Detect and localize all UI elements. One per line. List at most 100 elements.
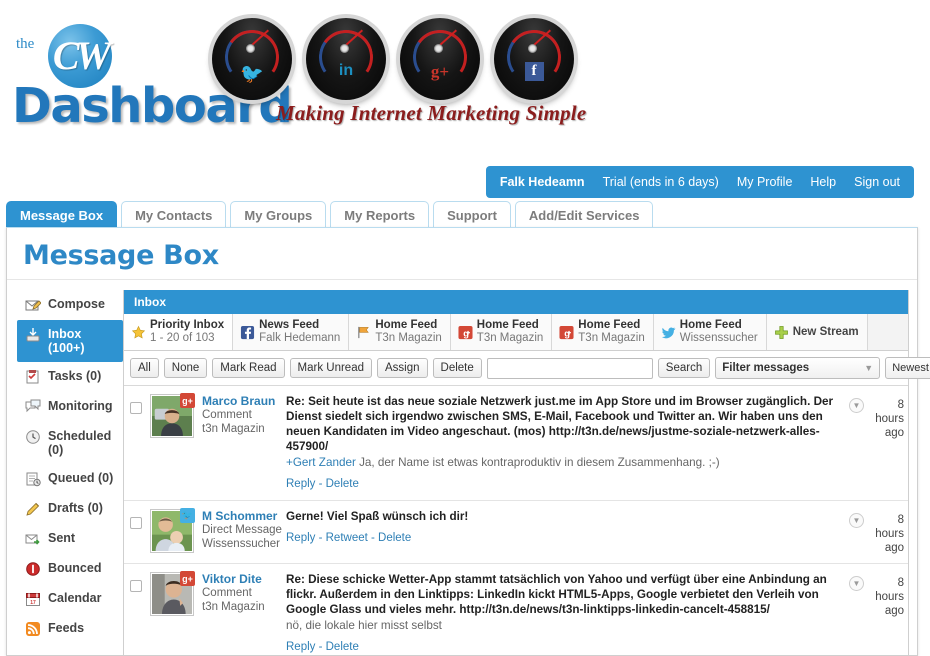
sidebar-item-scheduled[interactable]: Scheduled (0) (17, 422, 123, 464)
bounced-icon (26, 562, 40, 576)
message-actions[interactable]: Reply - Delete (286, 477, 842, 492)
sidebar-item-compose[interactable]: Compose (17, 290, 123, 320)
chevron-down-icon[interactable]: ▼ (849, 398, 864, 413)
sidebar-item-drafts[interactable]: Drafts (0) (17, 494, 123, 524)
masthead: the CW Dashboard 🐦 in g+ f Making Intern… (0, 0, 930, 150)
stream-tab-home-feed-googleplus-1[interactable]: g Home Feed T3n Magazin (450, 314, 553, 350)
message-account: t3n Magazin (202, 601, 265, 613)
clock-icon (26, 430, 40, 444)
sign-out-link[interactable]: Sign out (854, 175, 900, 189)
sidebar-item-bounced[interactable]: Bounced (17, 554, 123, 584)
message-actions[interactable]: Reply - Retweet - Delete (286, 531, 842, 546)
stream-tab-title: Priority Inbox (150, 319, 225, 331)
message-text: Gerne! Viel Spaß wünsch ich dir! (286, 510, 469, 523)
sender-name[interactable]: Viktor Dite (202, 572, 286, 586)
stream-tab-priority-inbox[interactable]: Priority Inbox 1 - 20 of 103 (124, 314, 234, 350)
filter-messages-value: Filter messages (722, 362, 810, 374)
avatar: 🐦 (150, 508, 195, 553)
tab-add-edit-services[interactable]: Add/Edit Services (514, 201, 654, 228)
message-body: Re: Seit heute ist das neue soziale Netz… (286, 394, 842, 492)
message-actions[interactable]: Reply - Delete (286, 640, 842, 655)
help-link[interactable]: Help (810, 175, 836, 189)
message-row[interactable]: g+ Marco Braun Comment t3n Magazin Re: S… (124, 386, 908, 501)
sidebar-label-calendar: Calendar (48, 591, 102, 605)
sidebar-label-scheduled: Scheduled (0) (48, 429, 112, 457)
messages-toolbar: All None Mark Read Mark Unread Assign De… (124, 351, 930, 386)
sidebar-item-monitoring[interactable]: Monitoring (17, 392, 123, 422)
message-reply: +Gert Zander Ja, der Name ist etwas kont… (286, 455, 842, 470)
message-select-cell (130, 572, 150, 655)
tab-my-reports[interactable]: My Reports (330, 201, 430, 228)
account-username: Falk Hedeamn (499, 175, 585, 189)
stream-tab-new-stream[interactable]: New Stream (766, 314, 868, 350)
message-select-cell (130, 394, 150, 492)
message-account: t3n Magazin (202, 423, 265, 435)
message-checkbox[interactable] (130, 517, 142, 529)
sort-order-select[interactable]: Newest first ↕ (885, 357, 930, 379)
tab-message-box[interactable]: Message Box (6, 201, 118, 228)
googleplus-icon: g (458, 325, 473, 339)
gauge-icons-group: 🐦 in g+ f (212, 18, 582, 100)
tab-my-groups[interactable]: My Groups (230, 201, 327, 228)
facebook-gauge-icon: f (494, 18, 574, 100)
message-body: Gerne! Viel Spaß wünsch ich dir! Reply -… (286, 509, 842, 555)
sidebar-label-compose: Compose (48, 297, 105, 311)
stream-tab-title: Home Feed (578, 319, 641, 331)
message-meta: ▼ 8 hours ago (842, 572, 904, 655)
sidebar-item-feeds[interactable]: Feeds (17, 614, 123, 644)
sidebar-label-queued: Queued (0) (48, 471, 114, 485)
sender-name[interactable]: Marco Braun (202, 394, 286, 408)
calendar-icon: 17 (26, 593, 40, 606)
googleplus-glyph: g+ (430, 62, 450, 81)
stream-tab-title: Home Feed (476, 319, 539, 331)
googleplus-badge-icon: g+ (180, 393, 195, 408)
sidebar-item-calendar[interactable]: 17 Calendar (17, 584, 123, 614)
message-body: Re: Diese schicke Wetter-App stammt tats… (286, 572, 842, 655)
sidebar-item-inbox[interactable]: Inbox (100+) (17, 320, 123, 362)
message-row[interactable]: 🐦 M Schommer Direct Message Wissenssuche… (124, 501, 908, 564)
message-select-cell (130, 509, 150, 555)
message-checkbox[interactable] (130, 580, 142, 592)
sender-name[interactable]: M Schommer (202, 509, 286, 523)
search-input[interactable] (486, 357, 653, 379)
message-sender-block: Viktor Dite Comment t3n Magazin (202, 572, 286, 655)
mark-read-button[interactable]: Mark Read (212, 358, 285, 378)
tab-my-contacts[interactable]: My Contacts (121, 201, 227, 228)
sidebar-item-sent[interactable]: Sent (17, 524, 123, 554)
account-bar: Falk Hedeamn Trial (ends in 6 days) My P… (485, 166, 914, 198)
facebook-icon (241, 325, 255, 339)
tab-support[interactable]: Support (433, 201, 511, 228)
flag-icon (358, 326, 370, 338)
rss-icon (26, 622, 40, 636)
linkedin-glyph: in (338, 62, 354, 79)
assign-button[interactable]: Assign (377, 358, 428, 378)
sidebar-item-queued[interactable]: Queued (0) (17, 464, 123, 494)
mark-unread-button[interactable]: Mark Unread (289, 358, 372, 378)
trial-status-link[interactable]: Trial (ends in 6 days) (603, 175, 719, 189)
select-none-button[interactable]: None (163, 358, 208, 378)
message-timestamp: 8 hours ago (875, 514, 904, 554)
message-row[interactable]: g+ Viktor Dite Comment t3n Magazin Re: D… (124, 564, 908, 656)
select-all-button[interactable]: All (130, 358, 159, 378)
filter-messages-select[interactable]: Filter messages ▼ (715, 357, 881, 379)
search-button[interactable]: Search (657, 358, 711, 378)
panel-body: Compose Inbox (100+) Tasks (0) Monitorin… (7, 280, 930, 656)
message-checkbox[interactable] (130, 402, 142, 414)
reply-author[interactable]: +Gert Zander (286, 456, 356, 469)
stream-tab-news-feed-facebook[interactable]: News Feed Falk Hedemann (233, 314, 350, 350)
star-icon (131, 325, 146, 338)
stream-tab-home-feed-googleplus-2[interactable]: g Home Feed T3n Magazin (552, 314, 654, 350)
sidebar-item-tasks[interactable]: Tasks (0) (17, 362, 123, 392)
compose-icon (25, 300, 41, 311)
queued-icon (26, 472, 41, 487)
avatar: g+ (150, 393, 195, 438)
chevron-down-icon[interactable]: ▼ (849, 576, 864, 591)
stream-tab-title: Home Feed (375, 319, 438, 331)
delete-button[interactable]: Delete (432, 358, 482, 378)
chevron-down-icon[interactable]: ▼ (849, 513, 864, 528)
my-profile-link[interactable]: My Profile (737, 175, 793, 189)
sidebar-label-feeds: Feeds (48, 621, 85, 635)
stream-tab-home-feed-twitter[interactable]: Home Feed Wissenssucher (653, 314, 767, 350)
stream-tab-home-feed-flag[interactable]: Home Feed T3n Magazin (349, 314, 451, 350)
inbox-icon (26, 328, 40, 342)
